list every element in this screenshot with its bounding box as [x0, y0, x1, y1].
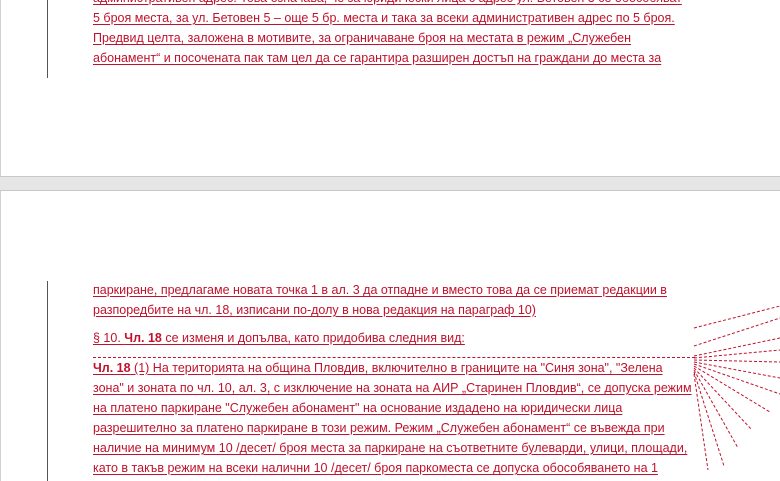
revision-leader-lines	[693, 305, 780, 470]
leader-line	[693, 369, 739, 449]
leader-line	[693, 365, 771, 413]
leader-line	[693, 363, 780, 395]
leader-line	[693, 371, 725, 467]
leader-line	[693, 337, 780, 357]
leader-line	[693, 373, 709, 470]
leader-line	[693, 361, 780, 379]
leader-line	[693, 359, 780, 363]
leader-line	[693, 367, 753, 431]
leader-line	[693, 317, 780, 347]
leader-line	[693, 349, 780, 359]
leader-line	[693, 305, 780, 329]
